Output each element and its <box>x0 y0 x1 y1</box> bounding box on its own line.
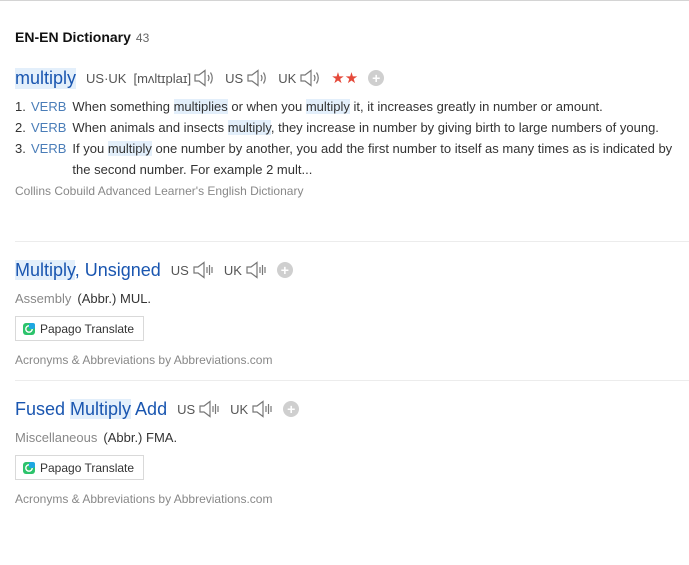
pronunciation-us: US <box>161 261 214 279</box>
abbreviation-text: (Abbr.) FMA. <box>103 430 178 445</box>
headword-row: Multiply, Unsigned US UK + <box>15 258 689 282</box>
dictionary-header: EN-EN Dictionary 43 <box>15 29 149 45</box>
entry-multiply-unsigned: Multiply, Unsigned US UK + Assembly (Abb… <box>15 258 689 367</box>
pron-label: UK <box>278 70 297 86</box>
source-link[interactable]: Collins Cobuild Advanced Learner's Engli… <box>15 184 689 198</box>
definition-text: When animals and insects multiply, they … <box>72 120 659 135</box>
papago-translate-label: Papago Translate <box>40 460 135 475</box>
headword-row: multiply US·UK [mʌltɪplaɪ] US UK ★★ + <box>15 66 689 90</box>
pronunciation-us: US <box>215 69 268 87</box>
abbreviation-row: Miscellaneous (Abbr.) FMA. <box>15 430 689 445</box>
divider <box>15 241 689 242</box>
dictionary-title: EN-EN Dictionary <box>15 29 131 45</box>
source-link[interactable]: Acronyms & Abbreviations by Abbreviation… <box>15 353 689 367</box>
papago-translate-button[interactable]: Papago Translate <box>15 455 145 480</box>
part-of-speech: VERB <box>31 141 67 156</box>
definition-number: 1. <box>15 99 26 114</box>
pronunciation-us: US <box>167 400 220 418</box>
top-border <box>0 0 689 1</box>
category-label: Miscellaneous <box>15 430 98 445</box>
divider <box>15 380 689 381</box>
pron-label: UK <box>223 262 242 278</box>
definition-number: 2. <box>15 120 26 135</box>
definition-item: 2. VERB When animals and insects multipl… <box>15 117 689 138</box>
entry-multiply: multiply US·UK [mʌltɪplaɪ] US UK ★★ + 1.… <box>15 66 689 198</box>
speaker-icon[interactable] <box>198 400 220 418</box>
result-count: 43 <box>135 31 150 45</box>
pronunciation-uk: UK <box>214 261 267 279</box>
papago-translate-button[interactable]: Papago Translate <box>15 316 145 341</box>
headword-link[interactable]: multiply <box>15 67 77 89</box>
pron-label: UK <box>230 401 249 417</box>
definition-number: 3. <box>15 141 26 156</box>
pronunciation-uk: UK <box>220 400 273 418</box>
pron-label: US <box>177 401 196 417</box>
papago-translate-label: Papago Translate <box>40 321 135 336</box>
papago-icon <box>23 461 35 474</box>
speaker-icon[interactable] <box>299 69 321 87</box>
headword-link[interactable]: Multiply, Unsigned <box>15 259 161 281</box>
category-label: Assembly <box>15 291 72 306</box>
abbreviation-text: (Abbr.) MUL. <box>77 291 152 306</box>
add-icon[interactable]: + <box>283 401 300 417</box>
headword-row: Fused Multiply Add US UK + <box>15 397 689 421</box>
definition-text: If you multiply one number by another, y… <box>72 141 673 177</box>
definition-list: 1. VERB When something multiplies or whe… <box>15 96 689 180</box>
pronunciation-us-uk: US·UK [mʌltɪplaɪ] <box>76 69 215 87</box>
pron-label: US <box>170 262 189 278</box>
definition-text: When something multiplies or when you mu… <box>72 99 603 114</box>
papago-icon <box>23 322 35 335</box>
part-of-speech: VERB <box>31 99 67 114</box>
speaker-icon[interactable] <box>193 69 215 87</box>
star-icon: ★★ <box>331 70 359 87</box>
add-icon[interactable]: + <box>368 70 385 86</box>
abbreviation-row: Assembly (Abbr.) MUL. <box>15 291 689 306</box>
entry-fused-multiply-add: Fused Multiply Add US UK + Miscellaneous… <box>15 397 689 506</box>
pron-label: US·UK <box>86 70 127 86</box>
speaker-icon[interactable] <box>246 69 268 87</box>
pron-label: US <box>225 70 244 86</box>
headword-link[interactable]: Fused Multiply Add <box>15 398 167 420</box>
speaker-icon[interactable] <box>251 400 273 418</box>
definition-item: 3. VERB If you multiply one number by an… <box>15 138 689 180</box>
source-link[interactable]: Acronyms & Abbreviations by Abbreviation… <box>15 492 689 506</box>
add-icon[interactable]: + <box>276 262 293 278</box>
part-of-speech: VERB <box>31 120 67 135</box>
speaker-icon[interactable] <box>192 261 214 279</box>
definition-item: 1. VERB When something multiplies or whe… <box>15 96 689 117</box>
pronunciation-uk: UK <box>268 69 321 87</box>
phonetic-text: [mʌltɪplaɪ] <box>133 70 192 86</box>
speaker-icon[interactable] <box>245 261 267 279</box>
